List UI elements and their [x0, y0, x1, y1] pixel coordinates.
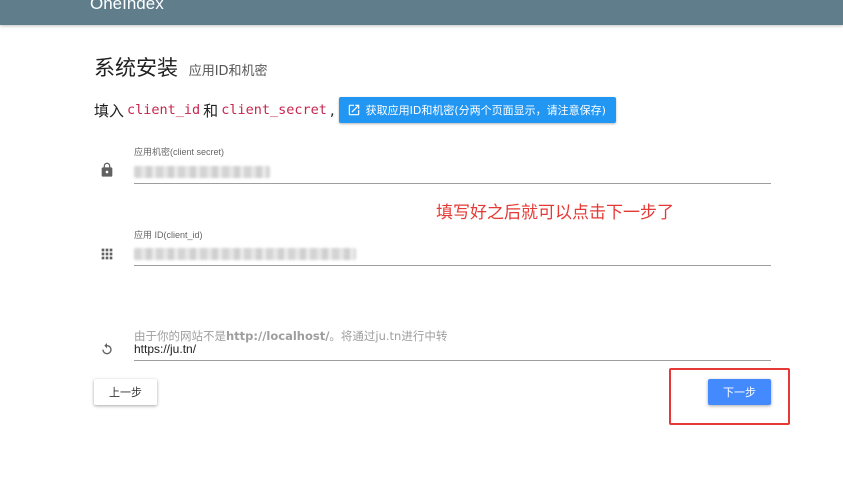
brand-title[interactable]: OneIndex: [90, 0, 164, 14]
instruction-line: 填入 client_id 和 client_secret , 获取应用ID和机密…: [94, 97, 616, 123]
instruction-conjunction: 和: [203, 101, 219, 120]
open-in-new-icon: [348, 104, 359, 116]
code-client-secret: client_secret: [221, 102, 327, 118]
get-app-credentials-label: 获取应用ID和机密(分两个页面显示，请注意保存): [365, 104, 606, 117]
lock-icon: [101, 162, 113, 177]
instruction-suffix: ,: [329, 101, 335, 119]
refresh-icon: [102, 343, 112, 355]
page-subtitle: 应用ID和机密: [188, 64, 268, 79]
prev-step-button[interactable]: 上一步: [94, 379, 157, 405]
grid-icon: [101, 248, 113, 260]
redacted-id-value: [134, 248, 356, 260]
next-button-highlight: [669, 368, 790, 425]
code-client-id: client_id: [127, 102, 201, 118]
redacted-secret-value: [134, 166, 270, 178]
client-secret-label: 应用机密(client secret): [134, 147, 225, 157]
redirect-uri-value: https://ju.tn/: [134, 342, 197, 356]
client-id-input[interactable]: [134, 245, 771, 266]
client-secret-input[interactable]: [134, 163, 771, 184]
client-id-label: 应用 ID(client_id): [134, 230, 203, 240]
get-app-credentials-button[interactable]: 获取应用ID和机密(分两个页面显示，请注意保存): [338, 97, 616, 123]
top-app-bar: OneIndex: [0, 0, 843, 25]
instruction-prefix: 填入: [94, 101, 125, 120]
page-title: 系统安装 应用ID和机密: [94, 52, 268, 82]
page-title-text: 系统安装: [94, 56, 178, 80]
annotation-text: 填写好之后就可以点击下一步了: [436, 203, 674, 223]
redirect-uri-input[interactable]: https://ju.tn/: [134, 340, 771, 361]
